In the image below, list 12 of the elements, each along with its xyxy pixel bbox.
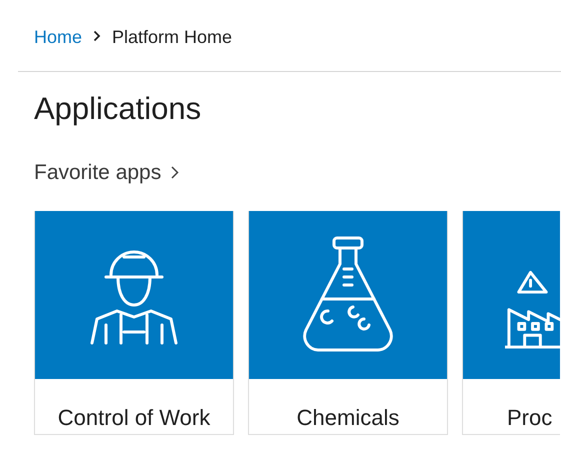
app-title: Proc [507, 404, 552, 430]
page-title: Applications [34, 90, 202, 128]
app-title: Chemicals [296, 404, 400, 430]
chevron-icon [92, 30, 102, 42]
app-title: Control of Work [58, 404, 210, 430]
app-card[interactable]: Control of Work [34, 210, 234, 435]
app-card[interactable]: Chemicals [248, 210, 448, 435]
section-title[interactable]: Favorite apps [34, 157, 162, 189]
breadcrumb-current: Platform Home [112, 26, 232, 49]
home-link[interactable]: Home [34, 24, 82, 51]
app-card[interactable]: Proc [462, 210, 560, 435]
chevron-icon[interactable] [171, 166, 180, 180]
